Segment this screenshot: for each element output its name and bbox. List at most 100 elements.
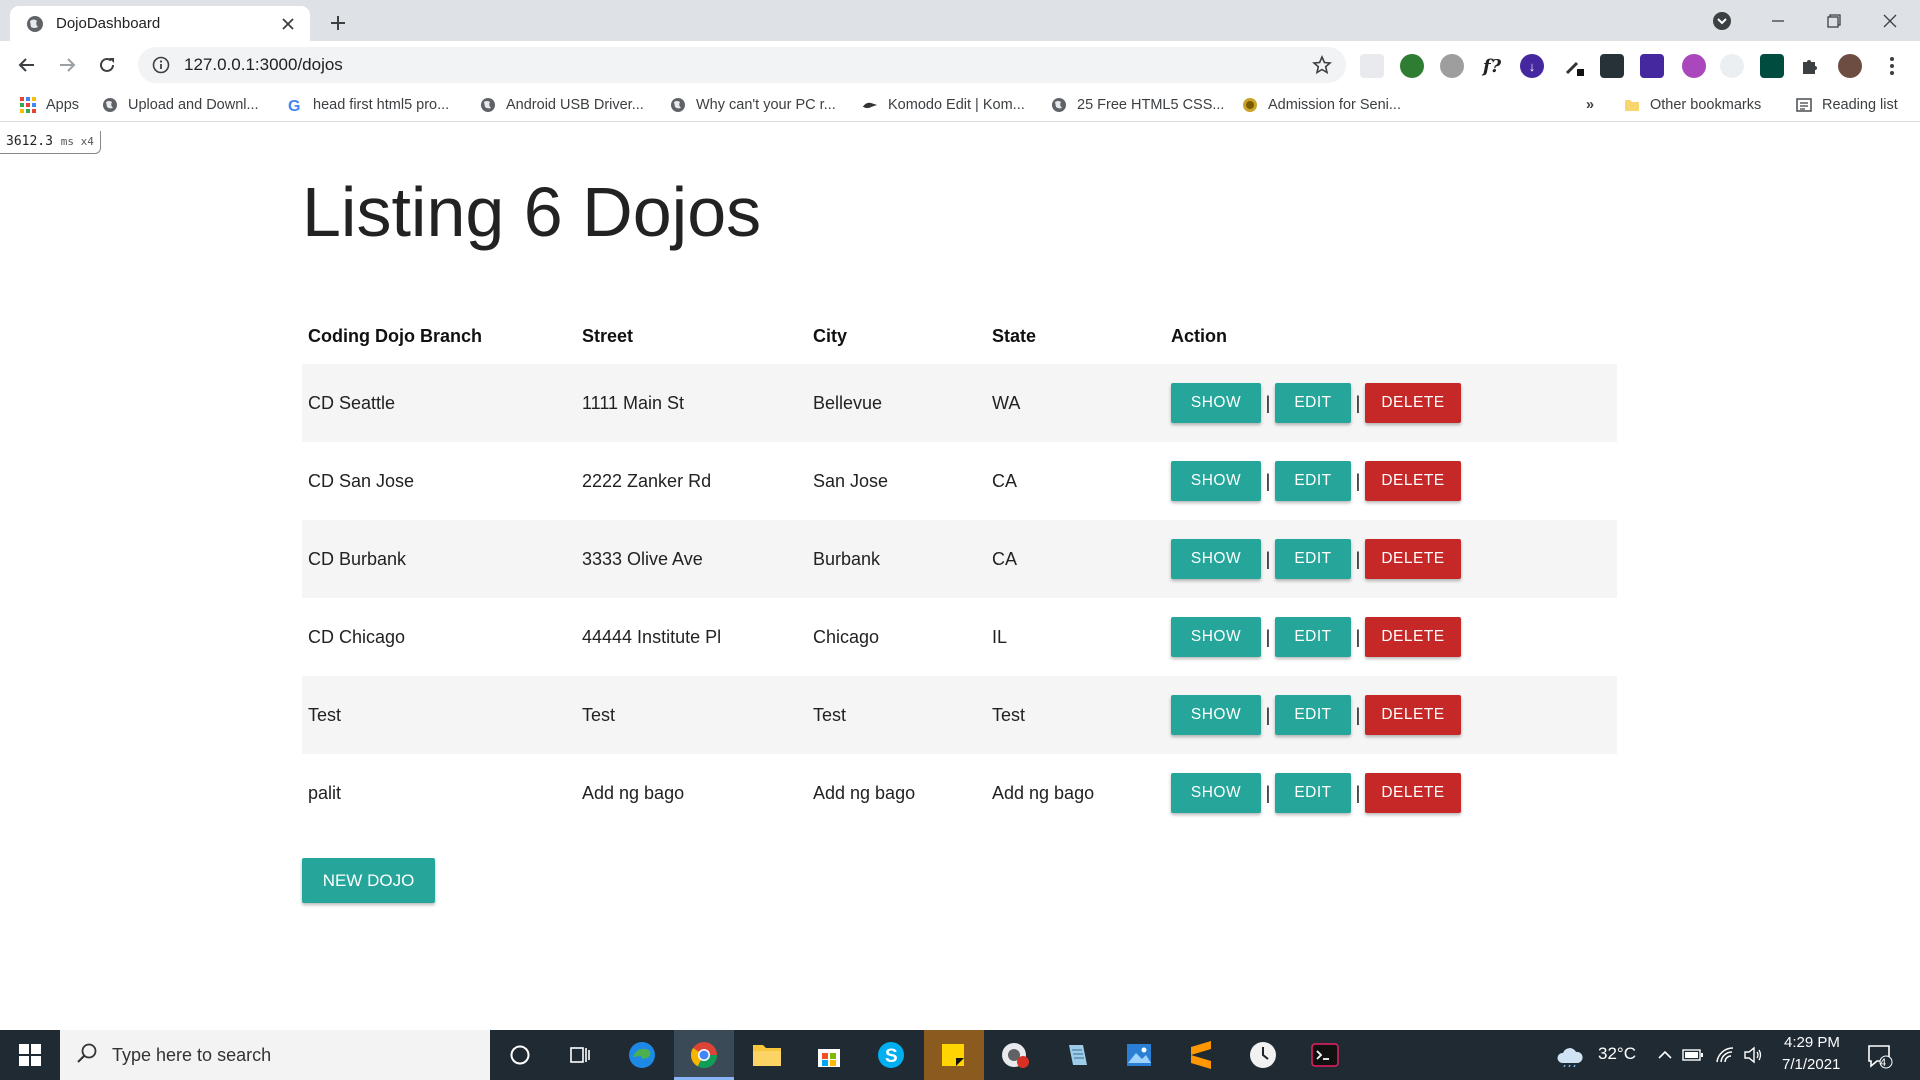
temperature[interactable]: 32°C [1598,1044,1636,1064]
badge-extension-icon[interactable] [1640,54,1664,78]
bookmark-upload[interactable]: Upload and Downl... [102,94,259,116]
restore-icon[interactable] [1806,0,1862,41]
bookmark-other[interactable]: Other bookmarks [1624,94,1761,116]
delete-button[interactable]: DELETE [1365,383,1461,423]
clock-time[interactable]: 4:29 PM [1784,1034,1840,1051]
separator: | [1355,470,1361,491]
school-icon [1242,97,1258,113]
address-bar[interactable]: 127.0.0.1:3000/dojos [138,47,1346,83]
edit-button[interactable]: EDIT [1275,773,1351,813]
minimize-icon[interactable] [1750,0,1806,41]
chrome-profile-icon[interactable] [998,1038,1032,1072]
extension-blank-icon[interactable] [1360,54,1384,78]
cell-state: IL [992,626,1008,647]
cell-actions: SHOW | EDIT | DELETE [1171,773,1617,813]
tab-strip: DojoDashboard [0,0,1920,41]
bookmark-star-icon[interactable] [1312,55,1332,75]
folder-icon [1624,97,1640,113]
clock-date[interactable]: 7/1/2021 [1782,1056,1840,1073]
bookmark-why-pc[interactable]: Why can't your PC r... [670,94,836,116]
bookmark-25-free-html5[interactable]: 25 Free HTML5 CSS... [1051,94,1224,116]
browser-tab[interactable]: DojoDashboard [10,6,310,41]
terminal-icon[interactable] [1308,1038,1342,1072]
delete-button[interactable]: DELETE [1365,617,1461,657]
notifications-icon[interactable] [1862,1038,1896,1072]
formula-extension-icon[interactable]: f? [1480,54,1504,78]
skype-icon[interactable]: S [874,1038,908,1072]
avatar[interactable] [1838,54,1862,78]
chrome-icon[interactable] [687,1038,721,1072]
battery-icon[interactable] [1676,1038,1710,1072]
colorful-extension-icon[interactable] [1682,54,1706,78]
cell-actions: SHOW | EDIT | DELETE [1171,539,1617,579]
bookmark-admission[interactable]: Admission for Seni... [1242,94,1401,116]
reload-icon[interactable] [91,49,123,81]
close-window-icon[interactable] [1862,0,1918,41]
show-button[interactable]: SHOW [1171,695,1261,735]
notepad-icon[interactable] [1060,1038,1094,1072]
show-button[interactable]: SHOW [1171,773,1261,813]
forward-icon[interactable] [51,49,83,81]
dojos-table: Coding Dojo Branch Street City State Act… [302,308,1617,832]
sublime-text-icon[interactable] [1184,1038,1218,1072]
cell-street: Add ng bago [582,782,685,803]
show-button[interactable]: SHOW [1171,383,1261,423]
bookmark-head-first[interactable]: G head first html5 pro... [287,94,449,116]
weather-icon[interactable] [1553,1038,1587,1072]
eyedropper-extension-icon[interactable] [1562,54,1586,78]
cortana-icon[interactable] [503,1038,537,1072]
table-row: Test Test Test Test SHOW | EDIT | DELETE [302,676,1617,754]
close-tab-icon[interactable] [278,14,298,34]
edit-button[interactable]: EDIT [1275,383,1351,423]
taskbar-search[interactable]: Type here to search [60,1030,490,1080]
volume-icon[interactable] [1736,1038,1770,1072]
edge-icon[interactable] [625,1038,659,1072]
cell-city: Bellevue [813,392,883,413]
cell-state: WA [992,392,1021,413]
file-explorer-icon[interactable] [750,1038,784,1072]
bookmarks-overflow-button[interactable]: » [1586,94,1594,116]
bookmark-apps[interactable]: Apps [20,94,79,116]
download-extension-icon[interactable]: ↓ [1520,54,1544,78]
cell-branch: CD Burbank [308,548,407,569]
terminal-extension-icon[interactable] [1760,54,1784,78]
new-tab-icon[interactable] [324,9,352,37]
site-info-icon[interactable] [152,56,170,74]
clock-extension-icon[interactable] [1720,54,1744,78]
reading-list[interactable]: Reading list [1796,94,1898,116]
tab-search-icon[interactable] [1694,0,1750,41]
sticky-notes-icon[interactable] [936,1038,970,1072]
edit-button[interactable]: EDIT [1275,539,1351,579]
grid-extension-icon[interactable] [1600,54,1624,78]
delete-button[interactable]: DELETE [1365,773,1461,813]
extension-gear-icon[interactable] [1440,54,1464,78]
microsoft-store-icon[interactable] [812,1038,846,1072]
cell-street: 1111 Main St [582,392,685,413]
show-button[interactable]: SHOW [1171,617,1261,657]
windows-start-icon[interactable] [0,1030,60,1080]
delete-button[interactable]: DELETE [1365,695,1461,735]
photos-icon[interactable] [1122,1038,1156,1072]
kebab-menu-icon[interactable] [1880,54,1904,78]
edit-button[interactable]: EDIT [1275,695,1351,735]
back-icon[interactable] [11,49,43,81]
puzzle-extensions-icon[interactable] [1798,54,1822,78]
separator: | [1265,392,1271,413]
cell-city: San Jose [813,470,889,491]
show-button[interactable]: SHOW [1171,539,1261,579]
extension-globe-icon[interactable] [1400,54,1424,78]
edit-button[interactable]: EDIT [1275,617,1351,657]
task-view-icon[interactable] [563,1038,597,1072]
bookmark-android-usb[interactable]: Android USB Driver... [480,94,644,116]
show-button[interactable]: SHOW [1171,461,1261,501]
bookmark-komodo[interactable]: Komodo Edit | Kom... [862,94,1025,116]
url-text[interactable]: 127.0.0.1:3000/dojos [184,55,1312,75]
column-header-city: City [813,325,848,346]
new-dojo-button[interactable]: NEW DOJO [302,858,435,903]
bookmark-label: Other bookmarks [1650,97,1762,113]
clock-app-icon[interactable] [1246,1038,1280,1072]
edit-button[interactable]: EDIT [1275,461,1351,501]
page-title: Listing 6 Dojos [302,173,762,251]
delete-button[interactable]: DELETE [1365,461,1461,501]
delete-button[interactable]: DELETE [1365,539,1461,579]
